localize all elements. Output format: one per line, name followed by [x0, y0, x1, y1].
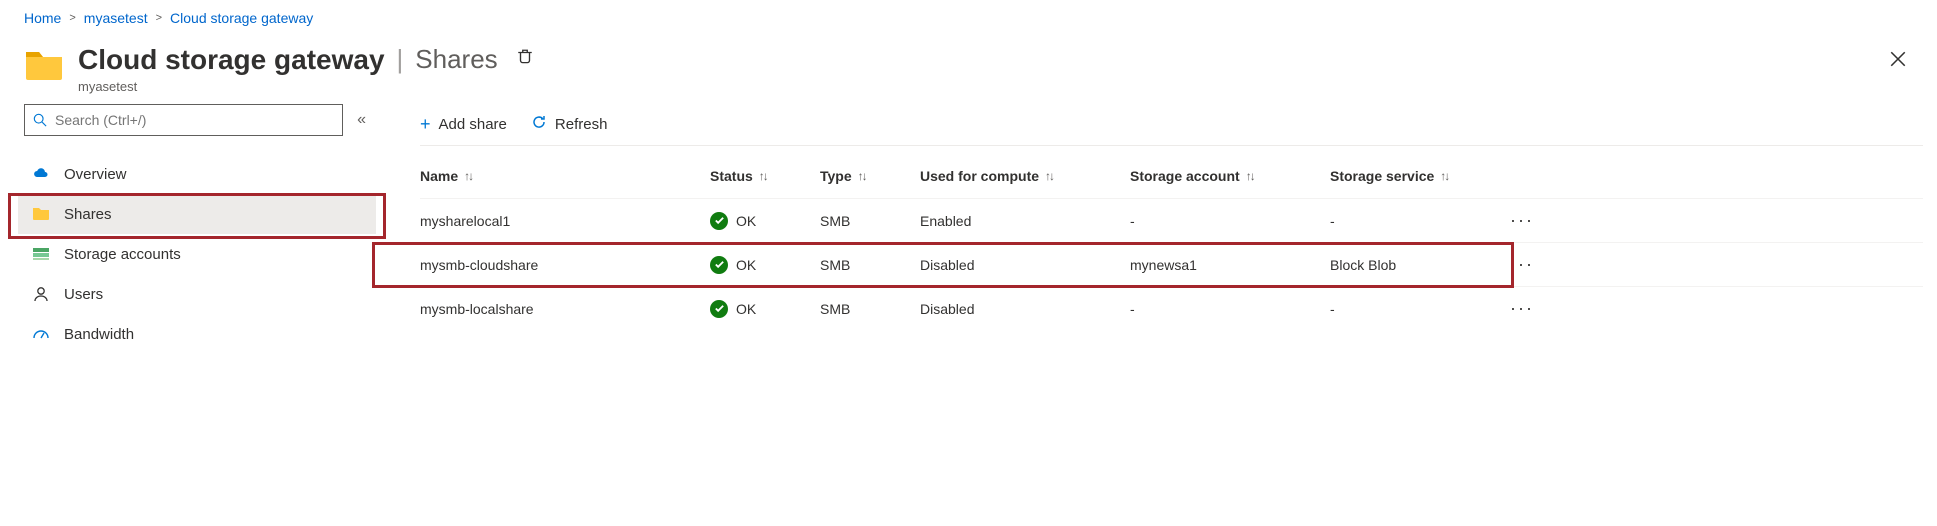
row-more-button[interactable]: ··· — [1510, 210, 1534, 231]
sort-icon: ↑↓ — [1246, 169, 1254, 183]
sidebar-item-label: Storage accounts — [64, 246, 181, 263]
sidebar-item-label: Overview — [64, 166, 127, 183]
column-header-compute[interactable]: Used for compute↑↓ — [920, 168, 1130, 184]
toolbar: + Add share Refresh — [420, 104, 1923, 146]
search-input[interactable] — [55, 112, 334, 128]
search-icon — [33, 113, 47, 127]
breadcrumb-resource[interactable]: myasetest — [84, 10, 148, 26]
cell-compute: Enabled — [920, 213, 1130, 229]
storage-icon — [32, 245, 50, 263]
sidebar-item-label: Users — [64, 286, 103, 303]
cell-status: OK — [710, 212, 820, 230]
cell-name: mysmb-cloudshare — [420, 257, 710, 273]
sort-icon: ↑↓ — [1045, 169, 1053, 183]
sidebar-nav: Overview Shares Storage accounts Users — [18, 154, 376, 354]
cell-name: mysharelocal1 — [420, 213, 710, 229]
toolbar-label: Add share — [439, 116, 507, 133]
table-row[interactable]: mysharelocal1 OK SMB Enabled - - ··· — [420, 198, 1923, 242]
sort-icon: ↑↓ — [464, 169, 472, 183]
refresh-icon — [531, 114, 547, 135]
shares-table: Name↑↓ Status↑↓ Type↑↓ Used for compute↑… — [420, 154, 1923, 330]
chevron-right-icon: > — [156, 12, 162, 24]
cell-account: mynewsa1 — [1130, 257, 1330, 273]
cell-compute: Disabled — [920, 301, 1130, 317]
ellipsis-icon: ··· — [1510, 210, 1534, 230]
sidebar-item-overview[interactable]: Overview — [18, 154, 376, 194]
close-icon — [1889, 50, 1907, 68]
cell-service: - — [1330, 301, 1510, 317]
sidebar-item-storage-accounts[interactable]: Storage accounts — [18, 234, 376, 274]
table-header-row: Name↑↓ Status↑↓ Type↑↓ Used for compute↑… — [420, 154, 1923, 198]
breadcrumb-service[interactable]: Cloud storage gateway — [170, 10, 313, 26]
status-ok-icon — [710, 212, 728, 230]
ellipsis-icon: ··· — [1510, 298, 1534, 318]
cell-service: Block Blob — [1330, 257, 1510, 273]
column-header-account[interactable]: Storage account↑↓ — [1130, 168, 1330, 184]
sidebar-item-bandwidth[interactable]: Bandwidth — [18, 314, 376, 354]
sidebar-item-label: Bandwidth — [64, 326, 134, 343]
folder-icon — [32, 205, 50, 223]
sidebar: « Overview Shares Storage accounts — [18, 104, 376, 354]
page-header: Cloud storage gateway | Shares myasetest — [0, 36, 1937, 104]
row-more-button[interactable]: ··· — [1510, 298, 1534, 319]
chevron-double-left-icon: « — [357, 111, 366, 128]
cell-status: OK — [710, 300, 820, 318]
sort-icon: ↑↓ — [858, 169, 866, 183]
user-icon — [32, 285, 50, 303]
folder-icon — [24, 46, 64, 82]
close-button[interactable] — [1883, 42, 1913, 80]
table-row[interactable]: mysmb-cloudshare OK SMB Disabled mynewsa… — [420, 242, 1923, 286]
column-header-type[interactable]: Type↑↓ — [820, 168, 920, 184]
pin-button[interactable] — [510, 42, 540, 77]
page-section: Shares — [415, 44, 497, 75]
collapse-sidebar-button[interactable]: « — [353, 107, 370, 133]
cell-account: - — [1130, 301, 1330, 317]
cell-account: - — [1130, 213, 1330, 229]
status-ok-icon — [710, 256, 728, 274]
cell-type: SMB — [820, 213, 920, 229]
status-ok-icon — [710, 300, 728, 318]
cell-status: OK — [710, 256, 820, 274]
refresh-button[interactable]: Refresh — [531, 114, 608, 135]
plus-icon: + — [420, 114, 431, 135]
column-header-status[interactable]: Status↑↓ — [710, 168, 820, 184]
cell-service: - — [1330, 213, 1510, 229]
toolbar-label: Refresh — [555, 116, 608, 133]
sidebar-item-users[interactable]: Users — [18, 274, 376, 314]
table-row[interactable]: mysmb-localshare OK SMB Disabled - - ··· — [420, 286, 1923, 330]
pin-icon — [516, 48, 534, 66]
search-box[interactable] — [24, 104, 343, 136]
column-header-name[interactable]: Name↑↓ — [420, 168, 710, 184]
cell-type: SMB — [820, 257, 920, 273]
sidebar-item-shares[interactable]: Shares — [18, 194, 376, 234]
cell-compute: Disabled — [920, 257, 1130, 273]
cloud-icon — [32, 165, 50, 183]
title-separator: | — [397, 44, 404, 75]
ellipsis-icon: ··· — [1510, 254, 1534, 274]
cell-type: SMB — [820, 301, 920, 317]
page-title: Cloud storage gateway — [78, 44, 385, 76]
breadcrumb-home[interactable]: Home — [24, 10, 61, 26]
breadcrumb: Home > myasetest > Cloud storage gateway — [0, 0, 1937, 36]
sort-icon: ↑↓ — [1440, 169, 1448, 183]
gauge-icon — [32, 325, 50, 343]
main-content: + Add share Refresh Name↑↓ Status↑↓ Type… — [376, 104, 1923, 354]
column-header-service[interactable]: Storage service↑↓ — [1330, 168, 1510, 184]
sidebar-item-label: Shares — [64, 206, 112, 223]
row-more-button[interactable]: ··· — [1510, 254, 1534, 275]
cell-name: mysmb-localshare — [420, 301, 710, 317]
add-share-button[interactable]: + Add share — [420, 114, 507, 135]
chevron-right-icon: > — [69, 12, 75, 24]
page-subtitle: myasetest — [78, 79, 1869, 94]
sort-icon: ↑↓ — [759, 169, 767, 183]
